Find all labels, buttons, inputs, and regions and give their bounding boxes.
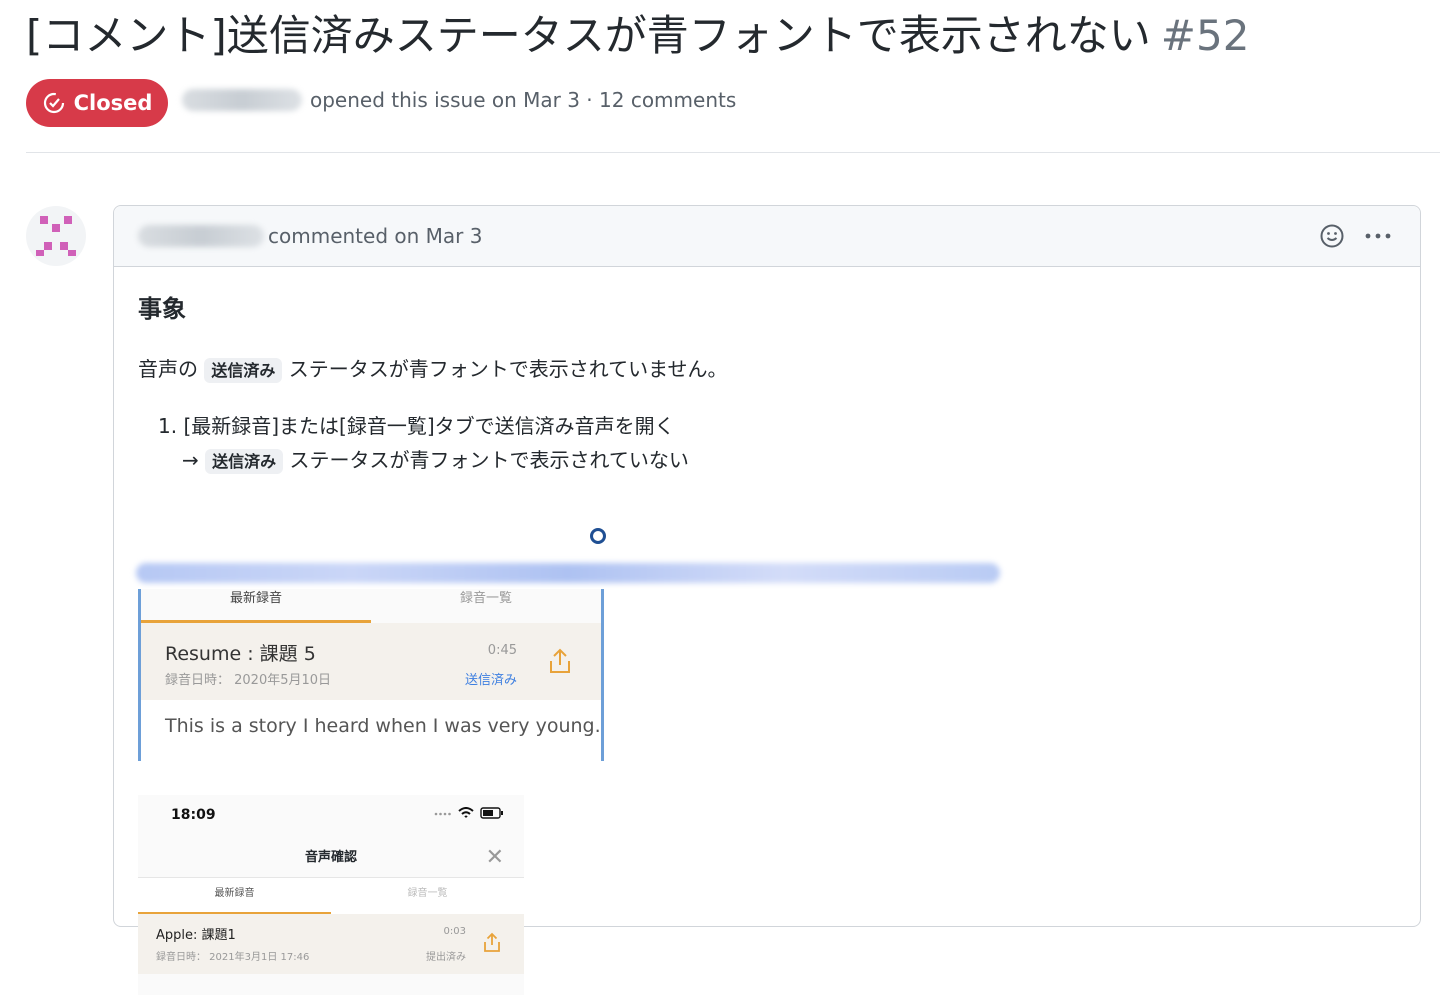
arrow-symbol: →: [182, 448, 199, 472]
share-icon: [547, 647, 573, 679]
inline-code: 送信済み: [204, 358, 283, 383]
section-heading: 事象: [138, 295, 186, 323]
issue-title: [コメント]送信済みステータスが青フォントで表示されない #52: [26, 8, 1249, 64]
inline-code: 送信済み: [205, 449, 284, 474]
story-text: This is a story I heard when I was very …: [165, 715, 601, 737]
issue-meta-text: opened this issue on Mar 3 · 12 comments: [310, 88, 737, 112]
commenter-name-redacted[interactable]: [138, 225, 264, 247]
wifi-icon: [458, 807, 474, 818]
para-before: 音声の: [138, 357, 198, 381]
issue-number: #52: [1160, 11, 1250, 60]
close-icon: ✕: [485, 845, 504, 870]
tab-recording-list: 録音一覧: [407, 888, 448, 899]
para-after: ステータスが青フォントで表示されていません。: [288, 357, 728, 381]
issue-closed-icon: [43, 92, 64, 114]
recording-duration: 0:45: [487, 643, 517, 658]
recording-title: Resume : 課題 5: [165, 643, 316, 665]
comment-header-text: commented on Mar 3: [268, 224, 483, 248]
result-text: ステータスが青フォントで表示されていない: [289, 448, 689, 472]
nav-title: 音声確認: [304, 850, 357, 865]
avatar[interactable]: [26, 206, 86, 266]
recording-duration: 0:03: [443, 926, 466, 937]
recording-date: 録音日時： 2021年3月1日 17:46: [156, 952, 310, 963]
issue-title-text: [コメント]送信済みステータスが青フォントで表示されない: [26, 11, 1151, 60]
issue-meta: opened this issue on Mar 3 · 12 comments: [182, 88, 736, 112]
comment-actions: [1318, 222, 1392, 250]
closed-state-badge: Closed: [26, 79, 168, 127]
comment-box: commented on Mar 3 事象 音声の 送信済み ステータスが青フォ…: [113, 205, 1421, 995]
status-time: 18:09: [171, 807, 216, 823]
status-indicators: [434, 807, 504, 819]
author-name-redacted[interactable]: [182, 89, 302, 111]
signal-icon: [434, 812, 451, 816]
app-tabs: 最新録音 録音一覧: [141, 589, 601, 623]
tab-latest-recording: 最新録音: [141, 589, 371, 623]
phone-status-bar: 18:09: [138, 795, 524, 839]
redacted-link[interactable]: [136, 563, 1000, 583]
battery-icon: [480, 807, 503, 819]
identicon-avatar-icon: [36, 216, 76, 256]
scroll-indicator: [590, 528, 606, 544]
kebab-more-icon[interactable]: [1364, 222, 1392, 250]
phone-nav-bar: 音声確認 ✕: [138, 839, 524, 878]
screenshot-image-2: 18:09 音声確認 ✕ 最新録音 録音一覧 Apple: 課題1 録音日時： …: [138, 795, 524, 995]
recording-title: Apple: 課題1: [156, 928, 236, 943]
tab-latest-recording: 最新録音: [138, 878, 331, 914]
list-item: 1. [最新録音]または[録音一覧]タブで送信済み音声を開く: [158, 414, 675, 438]
recording-row: Resume : 課題 5 録音日時： 2020年5月10日 0:45 送信済み: [141, 623, 601, 700]
header-divider: [26, 152, 1440, 153]
screenshot-image-1: 最新録音 録音一覧 Resume : 課題 5 録音日時： 2020年5月10日…: [138, 589, 604, 761]
app-tabs: 最新録音 録音一覧: [138, 878, 524, 914]
state-label: Closed: [73, 91, 153, 115]
recording-date: 録音日時： 2020年5月10日: [165, 673, 332, 688]
steps-list: 1. [最新録音]または[録音一覧]タブで送信済み音声を開く → 送信済み ステ…: [158, 409, 689, 479]
recording-row: Apple: 課題1 録音日時： 2021年3月1日 17:46 0:03 提出…: [138, 914, 524, 974]
tab-recording-list: 録音一覧: [459, 591, 512, 606]
comment-header: commented on Mar 3: [114, 206, 1420, 267]
recording-status: 送信済み: [464, 673, 517, 688]
description-paragraph: 音声の 送信済み ステータスが青フォントで表示されていません。: [138, 353, 728, 383]
list-item-result: → 送信済み ステータスが青フォントで表示されていない: [158, 443, 689, 479]
recording-status: 提出済み: [426, 952, 466, 963]
share-icon: [482, 932, 502, 958]
smiley-reaction-icon[interactable]: [1318, 222, 1346, 250]
